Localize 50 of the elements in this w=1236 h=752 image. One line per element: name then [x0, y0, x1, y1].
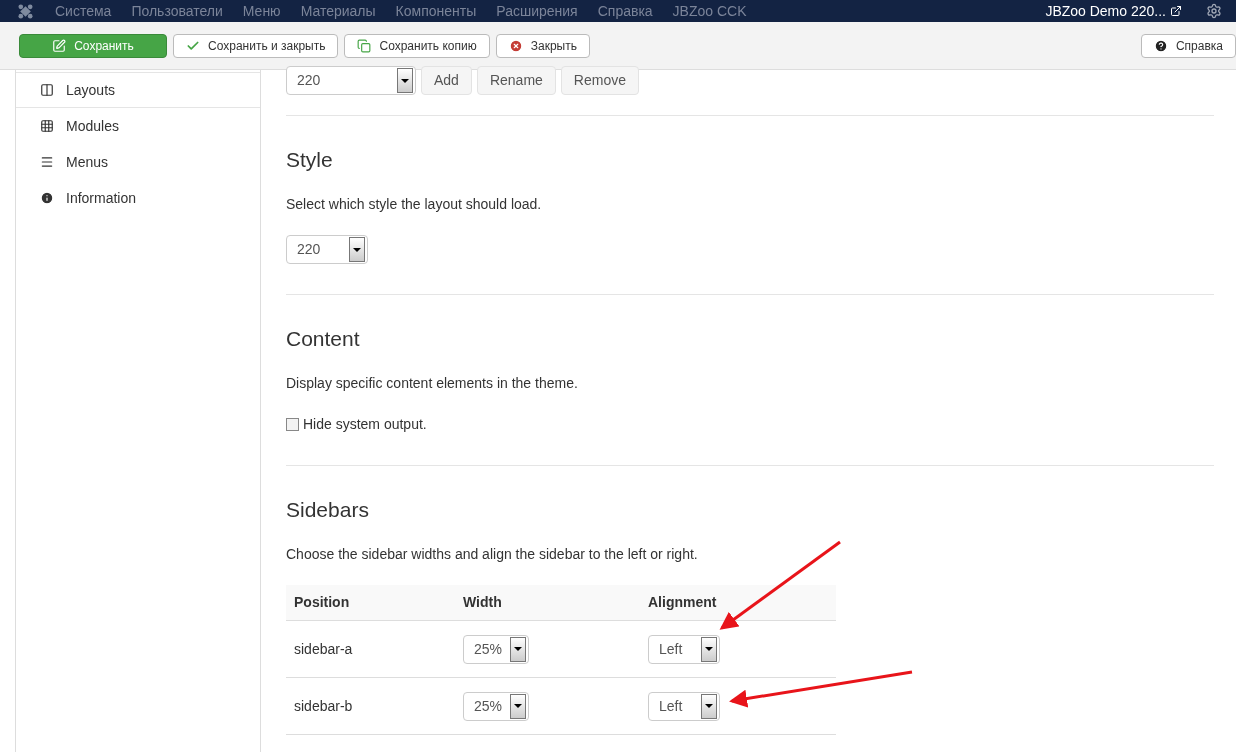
section-description: Select which style the layout should load.: [286, 195, 543, 214]
nav-menu-item[interactable]: Меню: [242, 0, 281, 22]
section-description: Display specific content elements in the theme.: [286, 374, 579, 393]
select-field[interactable]: 25%: [463, 691, 529, 721]
select-field[interactable]: Left: [648, 634, 720, 664]
sidebar-item[interactable]: Modules: [16, 108, 260, 144]
external-link-icon: [1170, 5, 1182, 17]
copy-icon: [357, 38, 372, 53]
grid-icon: [40, 119, 54, 133]
sidebar-item[interactable]: Information: [16, 180, 260, 216]
checkbox-label: Hide system output.: [303, 415, 427, 434]
section-heading: Content: [286, 326, 361, 352]
table-cell-text: sidebar-b: [294, 696, 354, 716]
columns-icon: [40, 83, 54, 97]
info-icon: [40, 191, 54, 205]
select-field[interactable]: 220: [286, 235, 368, 264]
nav-menu-item[interactable]: Материалы: [300, 0, 376, 22]
section-heading: Style: [286, 147, 334, 173]
help-button[interactable]: Справка: [1140, 33, 1236, 58]
table-cell-text: sidebar-a: [294, 639, 354, 659]
toolbar-button[interactable]: Сохранить и закрыть: [173, 33, 339, 58]
nav-menu-item[interactable]: Справка: [597, 0, 653, 22]
nav-menu-item[interactable]: JBZoo CCK: [672, 0, 747, 22]
nav-menu-item[interactable]: Система: [55, 0, 112, 22]
checkbox[interactable]: [286, 418, 299, 431]
nav-menu-item[interactable]: Пользователи: [131, 0, 223, 22]
nav-menu-item[interactable]: Компоненты: [395, 0, 477, 22]
settings-icon[interactable]: [1206, 3, 1222, 19]
section-heading: Sidebars: [286, 497, 370, 523]
logo-icon: [18, 3, 33, 19]
column-header: Position: [294, 593, 351, 612]
close-icon: [508, 38, 523, 53]
toolbar-button[interactable]: Закрыть: [495, 33, 590, 58]
sidebar-item[interactable]: Menus: [16, 144, 260, 180]
layout-action-button[interactable]: Rename: [476, 66, 556, 95]
site-link[interactable]: JBZoo Demo 220...: [1045, 0, 1166, 22]
edit-icon: [52, 38, 67, 53]
column-header: Width: [463, 593, 503, 612]
sidebar-item[interactable]: Layouts: [16, 72, 260, 108]
select-field[interactable]: Left: [648, 691, 720, 721]
section-description: Choose the sidebar widths and align the sidebar to the left or right.: [286, 545, 699, 564]
column-header: Alignment: [648, 593, 718, 612]
select-field[interactable]: 25%: [463, 634, 529, 664]
toolbar-button[interactable]: Сохранить копию: [344, 33, 490, 58]
help-icon: [1153, 38, 1168, 53]
select-field[interactable]: 220: [286, 66, 416, 95]
nav-menu-item[interactable]: Расширения: [496, 0, 578, 22]
layout-action-button[interactable]: Remove: [560, 66, 639, 95]
menu-icon: [40, 155, 54, 169]
layout-action-button[interactable]: Add: [421, 66, 472, 95]
